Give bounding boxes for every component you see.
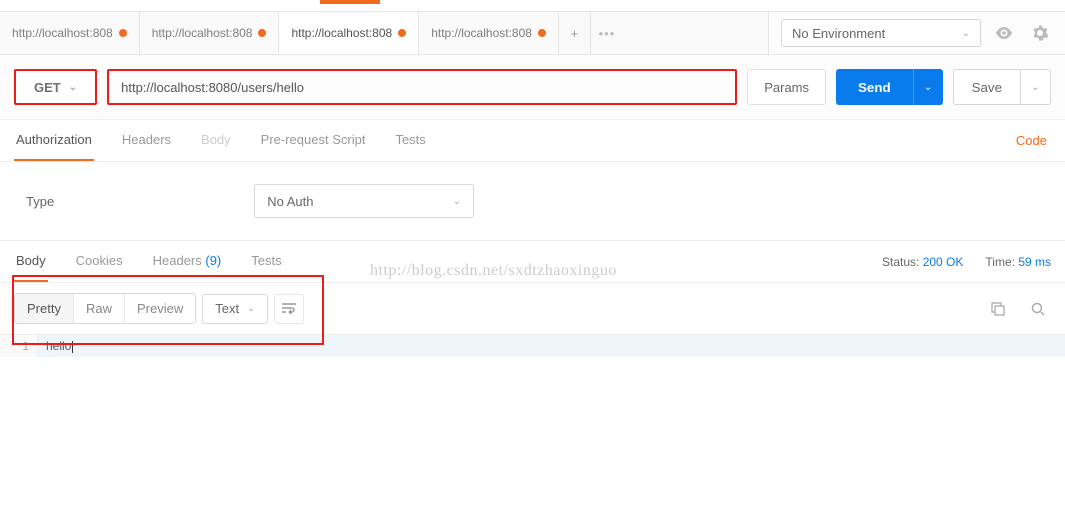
request-tab[interactable]: http://localhost:808 [419, 12, 559, 54]
view-mode-segment: Pretty Raw Preview [14, 293, 196, 324]
chevron-down-icon: ⌄ [924, 82, 932, 93]
resp-headers-count: (9) [205, 253, 221, 268]
send-label: Send [858, 80, 891, 95]
chevron-down-icon: ⌄ [962, 28, 970, 39]
tab-title: http://localhost:808 [152, 26, 253, 40]
time-block: Time: 59 ms [985, 255, 1051, 269]
response-view-bar: Pretty Raw Preview Text ⌄ [0, 283, 1065, 334]
view-preview[interactable]: Preview [125, 294, 195, 323]
params-label: Params [764, 80, 809, 95]
request-tab-active[interactable]: http://localhost:808 [279, 12, 419, 54]
environment-dropdown[interactable]: No Environment ⌄ [781, 19, 981, 47]
format-dropdown[interactable]: Text ⌄ [202, 294, 268, 324]
tab-tests[interactable]: Tests [393, 120, 427, 161]
send-button[interactable]: Send [836, 69, 913, 105]
send-dropdown[interactable]: ⌄ [913, 69, 943, 105]
code-link[interactable]: Code [1012, 121, 1051, 160]
tab-title: http://localhost:808 [12, 26, 113, 40]
view-pretty[interactable]: Pretty [15, 294, 74, 323]
request-tab[interactable]: http://localhost:808 [0, 12, 140, 54]
environment-box: No Environment ⌄ [768, 12, 1065, 54]
tab-authorization[interactable]: Authorization [14, 120, 94, 161]
status-label: Status: [882, 255, 919, 269]
new-tab-button[interactable]: + [559, 12, 591, 54]
params-button[interactable]: Params [747, 69, 826, 105]
quick-look-button[interactable] [991, 20, 1017, 46]
url-value: http://localhost:8080/users/hello [121, 80, 304, 95]
tab-body[interactable]: Body [199, 120, 233, 161]
settings-button[interactable] [1027, 20, 1053, 46]
view-raw[interactable]: Raw [74, 294, 125, 323]
text-cursor [72, 341, 73, 353]
tab-row: http://localhost:808 http://localhost:80… [0, 12, 1065, 55]
request-subtabs: Authorization Headers Body Pre-request S… [0, 120, 1065, 162]
environment-selected: No Environment [792, 26, 885, 41]
gear-icon [1032, 25, 1048, 41]
wrap-icon [282, 303, 296, 315]
unsaved-dot-icon [538, 29, 546, 37]
tab-headers[interactable]: Headers [120, 120, 173, 161]
tab-prerequest[interactable]: Pre-request Script [259, 120, 368, 161]
chevron-down-icon: ⌄ [247, 303, 255, 314]
search-button[interactable] [1025, 296, 1051, 322]
wrap-lines-toggle[interactable] [274, 294, 304, 324]
response-body: 1 hello [0, 334, 1065, 357]
eye-icon [995, 27, 1013, 39]
response-tabs: Body Cookies Headers (9) Tests Status: 2… [0, 241, 1065, 283]
chevron-down-icon: ⌄ [69, 82, 77, 93]
unsaved-dot-icon [398, 29, 406, 37]
time-label: Time: [985, 255, 1015, 269]
tab-title: http://localhost:808 [291, 26, 392, 40]
chevron-down-icon: ⌄ [1031, 82, 1039, 93]
status-value: 200 OK [923, 255, 964, 269]
copy-button[interactable] [985, 296, 1011, 322]
time-value: 59 ms [1018, 255, 1051, 269]
search-icon [1031, 302, 1045, 316]
tab-title: http://localhost:808 [431, 26, 532, 40]
more-tabs-button[interactable]: ••• [591, 12, 623, 54]
auth-type-label: Type [26, 194, 54, 209]
method-label: GET [34, 80, 61, 95]
chevron-down-icon: ⌄ [453, 196, 461, 207]
request-tab[interactable]: http://localhost:808 [140, 12, 280, 54]
save-dropdown[interactable]: ⌄ [1021, 69, 1051, 105]
url-input[interactable]: http://localhost:8080/users/hello [107, 69, 737, 105]
unsaved-dot-icon [258, 29, 266, 37]
save-group: Save ⌄ [953, 69, 1051, 105]
resp-tab-tests[interactable]: Tests [249, 241, 283, 282]
resp-tab-cookies[interactable]: Cookies [74, 241, 125, 282]
resp-tab-headers[interactable]: Headers (9) [151, 241, 224, 282]
authorization-panel: Type No Auth ⌄ [0, 162, 1065, 241]
status-block: Status: 200 OK [882, 255, 963, 269]
resp-tab-body[interactable]: Body [14, 241, 48, 282]
auth-type-dropdown[interactable]: No Auth ⌄ [254, 184, 474, 218]
send-group: Send ⌄ [836, 69, 943, 105]
save-label: Save [972, 80, 1002, 95]
app-top-border [0, 0, 1065, 12]
method-dropdown[interactable]: GET ⌄ [14, 69, 97, 105]
unsaved-dot-icon [119, 29, 127, 37]
format-value: Text [215, 301, 239, 316]
line-text[interactable]: hello [38, 335, 1065, 357]
request-bar: GET ⌄ http://localhost:8080/users/hello … [0, 55, 1065, 120]
save-button[interactable]: Save [953, 69, 1021, 105]
resp-headers-label: Headers [153, 253, 202, 268]
code-line: 1 hello [0, 335, 1065, 357]
copy-icon [991, 302, 1005, 316]
app-top-accent [320, 0, 380, 4]
line-number: 1 [0, 335, 38, 357]
request-tabs: http://localhost:808 http://localhost:80… [0, 12, 768, 54]
auth-type-value: No Auth [267, 194, 313, 209]
